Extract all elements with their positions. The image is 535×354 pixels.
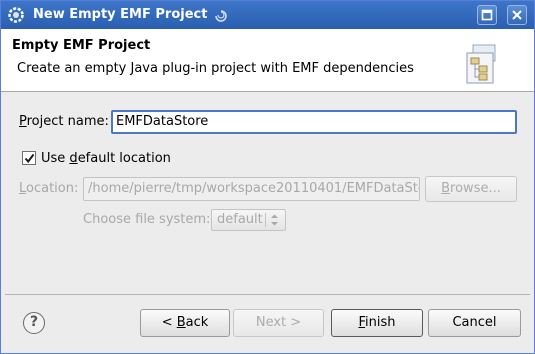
browse-button[interactable]: Browse...	[425, 176, 517, 202]
window-title: New Empty EMF Project	[33, 7, 208, 22]
wizard-description: Create an empty Java plug-in project wit…	[17, 61, 414, 76]
close-icon	[512, 10, 522, 20]
cancel-button[interactable]: Cancel	[428, 309, 521, 337]
wizard-banner: Empty EMF Project Create an empty Java p…	[1, 29, 534, 92]
back-rest: ack	[185, 315, 209, 330]
eclipse-gear-icon[interactable]	[7, 6, 25, 24]
wizard-banner-icon	[466, 44, 496, 84]
maximize-icon	[481, 9, 493, 21]
browse-label: rowse...	[450, 181, 501, 196]
select-separator	[265, 213, 266, 227]
title-bar[interactable]: New Empty EMF Project	[1, 1, 534, 29]
button-bar-divider	[5, 294, 530, 295]
location-value: /home/pierre/tmp/workspace20110401/EMFDa…	[88, 181, 420, 196]
wizard-heading: Empty EMF Project	[12, 38, 151, 53]
spinner-arrows-icon	[271, 214, 278, 226]
project-name-mnemonic: P	[19, 114, 27, 129]
file-system-label: Choose file system:	[83, 212, 211, 227]
location-label-text: ocation:	[26, 181, 79, 196]
use-default-rest: efault location	[77, 151, 171, 166]
finish-button[interactable]: Finish	[331, 309, 423, 337]
back-mnemonic: B	[176, 315, 186, 330]
browse-mnemonic: B	[441, 181, 451, 196]
location-input[interactable]: /home/pierre/tmp/workspace20110401/EMFDa…	[83, 177, 420, 201]
next-label: Next >	[255, 315, 302, 330]
use-default-mnemonic: d	[69, 151, 78, 166]
location-mnemonic: L	[19, 181, 27, 196]
use-default-location-checkbox[interactable]	[22, 151, 36, 165]
finish-rest: inish	[365, 315, 396, 330]
next-button[interactable]: Next >	[233, 309, 324, 337]
help-icon[interactable]: ?	[23, 312, 45, 334]
back-prefix: <	[161, 315, 177, 330]
dialog-window: New Empty EMF Project Empty EMF Project …	[0, 0, 535, 354]
use-default-location-label[interactable]: Use default location	[41, 151, 171, 166]
close-button[interactable]	[507, 5, 527, 25]
project-name-value: EMFDataStore	[116, 114, 209, 129]
window-roll-icon[interactable]	[213, 7, 229, 23]
file-system-value: default	[217, 212, 263, 227]
location-label: Location:	[19, 181, 78, 196]
project-name-label: Project name:	[19, 114, 109, 129]
project-name-input[interactable]: EMFDataStore	[111, 110, 517, 134]
checkmark-icon	[24, 153, 35, 164]
project-name-label-text: roject name:	[26, 114, 109, 129]
file-system-select[interactable]: default	[211, 209, 286, 231]
back-button[interactable]: < Back	[140, 309, 230, 337]
use-default-prefix: Use	[41, 151, 70, 166]
maximize-button[interactable]	[477, 5, 497, 25]
